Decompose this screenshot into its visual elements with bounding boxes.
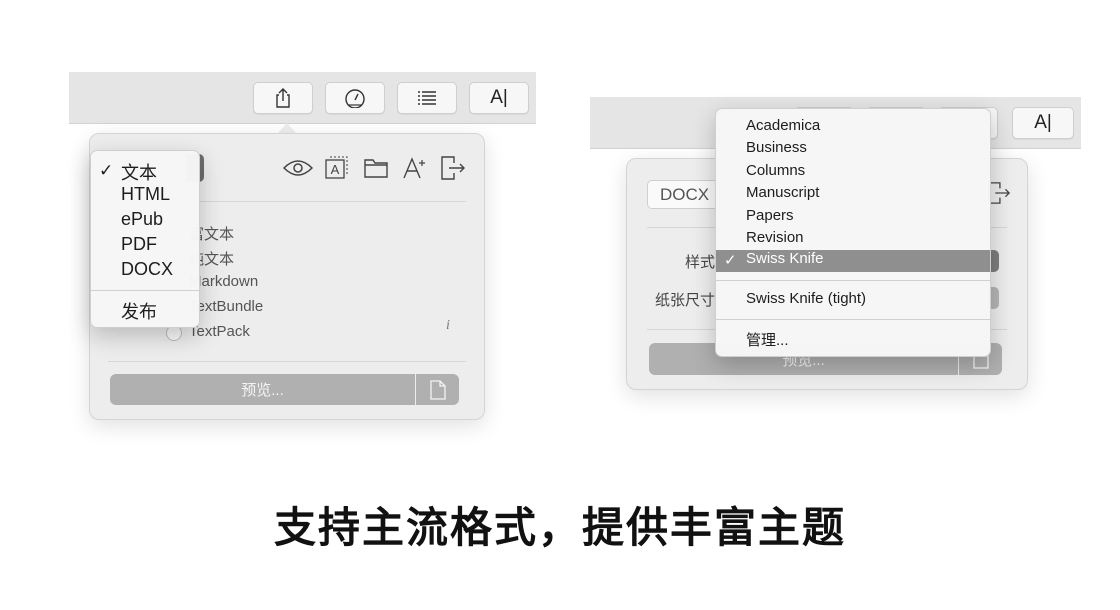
menu-item-label: Swiss Knife (tight) (746, 290, 867, 307)
format-menu: ✓ 文本 HTML ePub PDF DOCX 发布 (90, 150, 200, 328)
menu-item-label: HTML (121, 184, 170, 204)
menu-item-label: Manuscript (746, 184, 820, 201)
menu-item-epub[interactable]: ePub (91, 209, 199, 233)
menu-item-label: 发布 (121, 302, 157, 322)
menu-item-label: Swiss Knife (746, 250, 824, 267)
text-box-icon[interactable]: A (324, 156, 348, 180)
theme-menu: Academica Business Columns Manuscript Pa… (715, 108, 991, 357)
check-icon: ✓ (724, 252, 737, 269)
preview-document-button[interactable] (416, 374, 459, 405)
menu-item-label: Columns (746, 162, 806, 179)
menu-separator (716, 280, 990, 281)
font-icon: A| (1034, 112, 1052, 133)
menu-item-text[interactable]: 文本 (91, 159, 199, 183)
menu-item-academica[interactable]: Academica (716, 117, 990, 139)
svg-text:A: A (331, 162, 340, 177)
menu-item-manage[interactable]: 管理... (716, 329, 990, 351)
menu-item-publish[interactable]: 发布 (91, 298, 199, 322)
document-icon (429, 379, 446, 400)
menu-item-docx[interactable]: DOCX (91, 259, 199, 283)
menu-item-swiss-knife-tight[interactable]: Swiss Knife (tight) (716, 290, 990, 312)
left-toolbar: A| (69, 72, 536, 124)
preview-button[interactable]: 预览... (110, 374, 415, 405)
menu-item-papers[interactable]: Papers (716, 207, 990, 229)
menu-item-pdf[interactable]: PDF (91, 234, 199, 258)
panel-separator (108, 361, 466, 362)
folder-icon[interactable] (364, 158, 388, 178)
menu-separator (716, 319, 990, 320)
gauge-icon (345, 89, 365, 108)
menu-item-columns[interactable]: Columns (716, 162, 990, 184)
outline-button[interactable] (397, 82, 457, 114)
typography-button[interactable]: A| (469, 82, 529, 114)
menu-item-revision[interactable]: Revision (716, 229, 990, 251)
eye-icon[interactable] (283, 159, 313, 177)
menu-item-label: DOCX (121, 259, 174, 279)
menu-item-label: PDF (121, 234, 157, 254)
menu-item-label: ePub (121, 209, 164, 229)
font-icon: A| (490, 87, 508, 108)
headline: 支持主流格式，提供丰富主题 (273, 503, 846, 552)
share-button[interactable] (253, 82, 313, 114)
stats-button[interactable] (325, 82, 385, 114)
info-icon[interactable]: i (446, 318, 450, 334)
option-label: TextBundle (189, 298, 264, 315)
menu-item-label: Revision (746, 229, 804, 246)
paper-size-label: 纸张尺寸 (655, 292, 716, 309)
preview-label: 预览... (241, 382, 284, 399)
menu-item-label: Papers (746, 207, 794, 224)
menu-item-manuscript[interactable]: Manuscript (716, 184, 990, 206)
menu-separator (91, 290, 199, 291)
format-value: DOCX (660, 185, 710, 204)
share-icon (276, 88, 290, 108)
font-style-icon[interactable] (402, 156, 426, 180)
style-label: 样式 (685, 254, 716, 271)
menu-item-swiss-knife[interactable]: ✓ Swiss Knife (716, 250, 990, 272)
menu-item-html[interactable]: HTML (91, 184, 199, 208)
menu-item-label: Academica (746, 117, 821, 134)
typography-button[interactable]: A| (1012, 107, 1074, 139)
list-icon (418, 91, 436, 105)
menu-item-label: 文本 (121, 163, 157, 183)
menu-item-label: Business (746, 139, 807, 156)
menu-item-label: 管理... (746, 332, 789, 349)
menu-item-business[interactable]: Business (716, 139, 990, 161)
export-icon[interactable] (440, 156, 466, 180)
